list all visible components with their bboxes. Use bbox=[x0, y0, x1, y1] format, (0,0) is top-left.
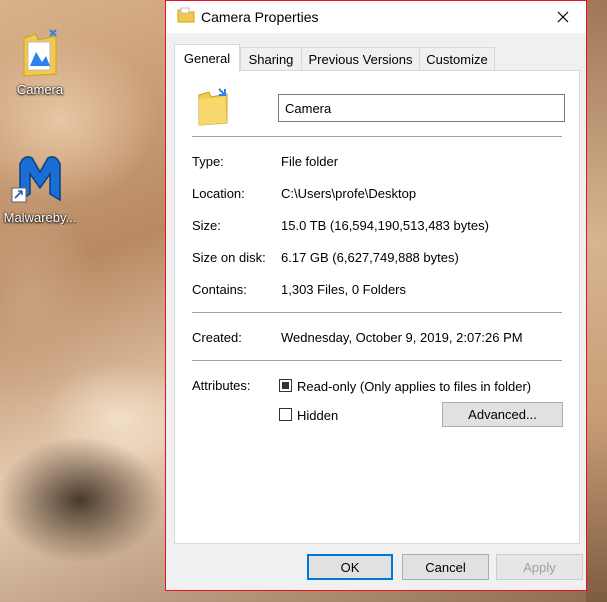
readonly-label: Read-only (Only applies to files in fold… bbox=[297, 379, 532, 394]
desktop-icon-camera[interactable]: Camera bbox=[0, 28, 80, 97]
tab-previous-versions[interactable]: Previous Versions bbox=[301, 47, 420, 70]
contains-label: Contains: bbox=[192, 282, 247, 297]
properties-dialog: Camera Properties General Sharing Previo… bbox=[165, 0, 587, 591]
separator bbox=[192, 312, 562, 313]
type-value: File folder bbox=[281, 154, 339, 169]
hidden-checkbox[interactable] bbox=[279, 408, 292, 421]
folder-icon bbox=[177, 7, 195, 23]
size-on-disk-value: 6.17 GB (6,627,749,888 bytes) bbox=[281, 250, 459, 265]
folder-name-input[interactable] bbox=[278, 94, 565, 122]
hidden-label: Hidden bbox=[297, 408, 339, 423]
created-value: Wednesday, October 9, 2019, 2:07:26 PM bbox=[281, 330, 523, 345]
desktop-icon-malwarebytes[interactable]: Malwareby... bbox=[0, 150, 80, 225]
size-on-disk-label: Size on disk: bbox=[192, 250, 266, 265]
desktop-icon-label: Malwareby... bbox=[3, 210, 77, 225]
cancel-button[interactable]: Cancel bbox=[402, 554, 489, 580]
close-button[interactable] bbox=[540, 1, 586, 33]
folder-large-icon bbox=[197, 87, 229, 127]
readonly-checkbox[interactable] bbox=[279, 379, 292, 392]
type-label: Type: bbox=[192, 154, 224, 169]
advanced-button[interactable]: Advanced... bbox=[442, 402, 563, 427]
location-value: C:\Users\profe\Desktop bbox=[281, 186, 417, 201]
size-label: Size: bbox=[192, 218, 221, 233]
tab-sharing[interactable]: Sharing bbox=[240, 47, 302, 70]
general-panel: Type: File folder Location: C:\Users\pro… bbox=[174, 70, 580, 544]
window-title: Camera Properties bbox=[201, 9, 319, 25]
separator bbox=[192, 136, 562, 137]
malwarebytes-logo-icon bbox=[10, 150, 70, 208]
apply-button[interactable]: Apply bbox=[496, 554, 583, 580]
attributes-label: Attributes: bbox=[192, 378, 251, 393]
folder-icon bbox=[20, 28, 60, 78]
location-label: Location: bbox=[192, 186, 245, 201]
ok-button[interactable]: OK bbox=[307, 554, 393, 580]
contains-value: 1,303 Files, 0 Folders bbox=[281, 282, 407, 297]
size-value: 15.0 TB (16,594,190,513,483 bytes) bbox=[281, 218, 489, 233]
tab-customize[interactable]: Customize bbox=[419, 47, 495, 70]
created-label: Created: bbox=[192, 330, 242, 345]
tab-general[interactable]: General bbox=[174, 44, 240, 72]
title-bar[interactable]: Camera Properties bbox=[166, 1, 586, 33]
close-icon bbox=[557, 11, 569, 23]
desktop-icon-label: Camera bbox=[16, 82, 64, 97]
desktop-background-strip bbox=[586, 0, 607, 602]
separator bbox=[192, 360, 562, 361]
